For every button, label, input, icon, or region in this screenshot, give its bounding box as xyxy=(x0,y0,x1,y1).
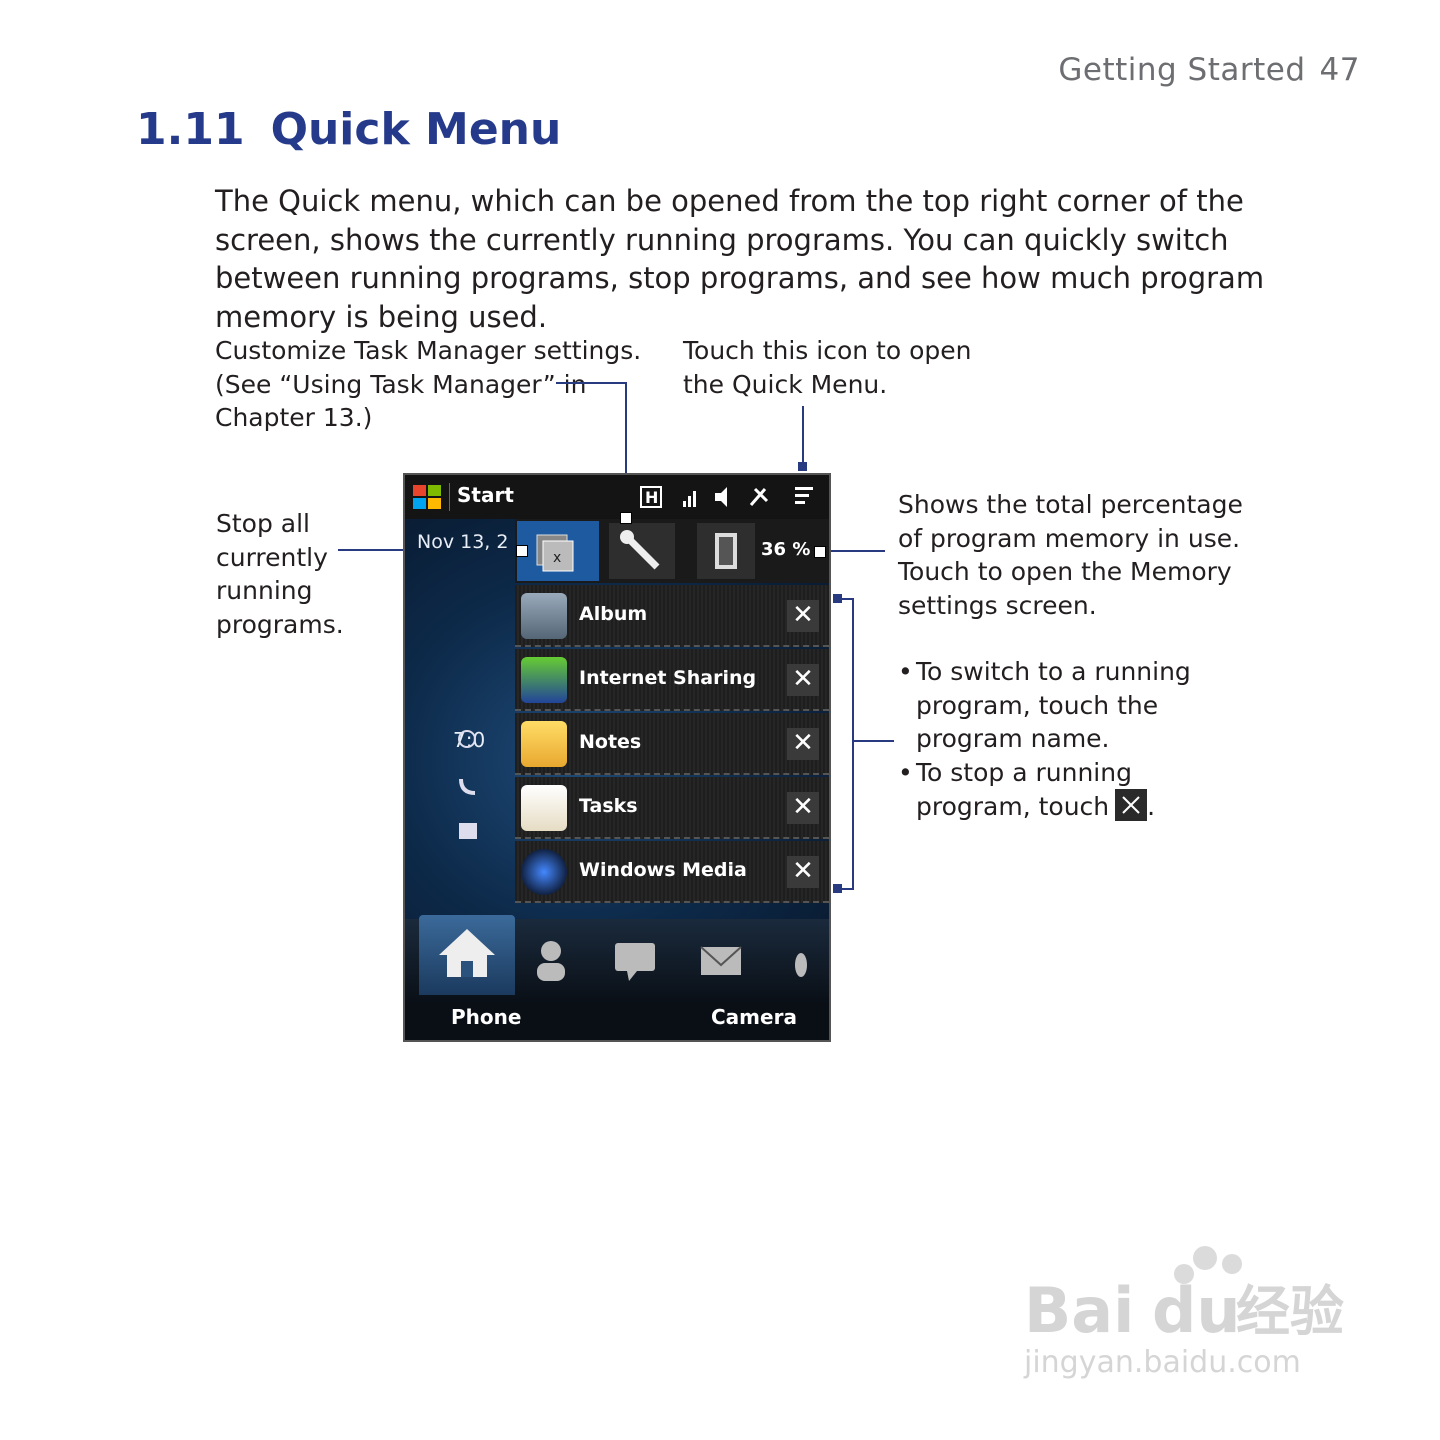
notes-icon xyxy=(521,721,567,767)
status-icons: H xyxy=(640,486,813,508)
program-row[interactable]: Album ✕ xyxy=(515,585,829,647)
baidu-paw-logo: Bai du 经验 jingyan.baidu.com xyxy=(1023,1246,1344,1380)
tasks-icon xyxy=(521,785,567,831)
bracket-marker xyxy=(833,884,842,893)
leader-marker xyxy=(798,462,807,471)
callout-line: Chapter 13.) xyxy=(215,403,373,432)
status-bar: Start H xyxy=(405,475,829,519)
callout-line: currently xyxy=(216,542,328,572)
start-button[interactable]: Start xyxy=(457,483,514,507)
svg-text:Bai: Bai xyxy=(1024,1274,1134,1347)
windows-flag-icon[interactable] xyxy=(411,481,445,513)
close-program-button[interactable]: ✕ xyxy=(787,728,819,760)
callout-marker xyxy=(516,545,528,557)
leader-line xyxy=(852,740,894,742)
close-program-button[interactable]: ✕ xyxy=(787,664,819,696)
svg-text:jingyan.baidu.com: jingyan.baidu.com xyxy=(1023,1345,1301,1380)
phone-screen: Start H Nov 13, 2 7:0 x 36 % Album ✕ Int… xyxy=(403,473,831,1042)
windows-media-icon xyxy=(521,849,567,895)
callout-marker xyxy=(814,546,826,558)
callout-line: Customize Task Manager settings. xyxy=(215,336,642,365)
stop-all-button[interactable]: x xyxy=(517,521,599,581)
bracket-line xyxy=(852,598,854,890)
internet-sharing-icon xyxy=(521,657,567,703)
today-icons xyxy=(458,730,477,839)
close-program-button[interactable]: ✕ xyxy=(787,600,819,632)
leader-line xyxy=(802,406,804,468)
callout-line: Touch this icon to open xyxy=(683,336,972,365)
softkey-right[interactable]: Camera xyxy=(711,1005,797,1029)
stop-all-icon: x xyxy=(536,534,574,572)
leader-line xyxy=(824,550,885,552)
leader-line xyxy=(556,382,627,384)
callout-line: the Quick Menu. xyxy=(683,369,888,399)
tab-icons[interactable] xyxy=(529,937,829,987)
callout-line: of program memory in use. xyxy=(898,523,1241,553)
callout-line: Touch to open the Memory xyxy=(898,557,1232,586)
softkey-left[interactable]: Phone xyxy=(451,1005,521,1029)
bracket-marker xyxy=(833,594,842,603)
svg-text:H: H xyxy=(645,488,658,507)
memory-chip-icon xyxy=(715,533,737,569)
svg-text:经验: 经验 xyxy=(1236,1280,1344,1343)
callout-stop-all: Stop all currently running programs. xyxy=(216,507,344,641)
section-title: 1.11 Quick Menu xyxy=(136,104,561,155)
home-icon xyxy=(439,929,495,977)
bullet-item: To stop a running program, touch. xyxy=(898,756,1191,824)
svg-text:du: du xyxy=(1152,1274,1241,1347)
callout-customize: Customize Task Manager settings. (See “U… xyxy=(215,334,641,435)
section-name: Getting Started xyxy=(1058,52,1306,88)
close-program-button[interactable]: ✕ xyxy=(787,856,819,888)
page-number: 47 xyxy=(1319,52,1360,88)
section-number: 1.11 xyxy=(136,104,245,155)
callout-line: running xyxy=(216,576,313,605)
callout-line: (See “Using Task Manager” in xyxy=(215,369,587,399)
wrench-icon xyxy=(620,530,660,570)
baidu-watermark: Bai du 经验 jingyan.baidu.com xyxy=(1020,1240,1360,1390)
callout-memory: Shows the total percentage of program me… xyxy=(898,488,1243,622)
divider xyxy=(449,483,450,511)
callout-marker xyxy=(620,512,632,524)
program-row[interactable]: Internet Sharing ✕ xyxy=(515,649,829,711)
date-text: Nov 13, 2 xyxy=(417,531,509,553)
close-icon xyxy=(1115,789,1148,821)
home-tab[interactable] xyxy=(419,915,515,995)
memory-button[interactable] xyxy=(697,523,755,579)
callout-line: Shows the total percentage xyxy=(898,490,1243,519)
program-row[interactable]: Notes ✕ xyxy=(515,713,829,775)
callout-line: settings screen. xyxy=(898,590,1097,620)
callout-line: Stop all xyxy=(216,509,310,538)
memory-percent[interactable]: 36 % xyxy=(761,539,810,560)
intro-paragraph: The Quick menu, which can be opened from… xyxy=(215,184,1265,334)
running-header: Getting Started 47 xyxy=(1058,52,1360,88)
album-icon xyxy=(521,593,567,639)
task-manager-settings-button[interactable] xyxy=(609,523,675,579)
svg-text:x: x xyxy=(553,550,561,566)
bullet-list: To switch to a running program, touch th… xyxy=(898,655,1191,824)
close-program-button[interactable]: ✕ xyxy=(787,792,819,824)
callout-line: programs. xyxy=(216,609,344,639)
callout-open: Touch this icon to open the Quick Menu. xyxy=(683,334,971,401)
section-title-text: Quick Menu xyxy=(270,104,562,155)
program-row[interactable]: Tasks ✕ xyxy=(515,777,829,839)
program-row[interactable]: Windows Media ✕ xyxy=(515,841,829,903)
bullet-item: To switch to a running program, touch th… xyxy=(898,655,1191,756)
